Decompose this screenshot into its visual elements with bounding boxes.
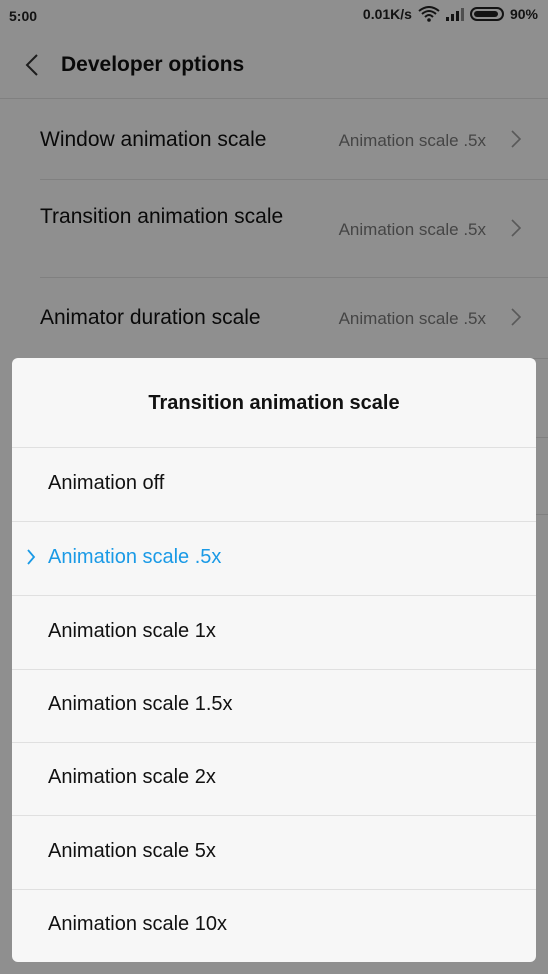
option-item[interactable]: Animation scale 2x [12, 742, 536, 816]
option-label: Animation scale 2x [48, 766, 216, 788]
option-item[interactable]: Animation scale 1.5x [12, 669, 536, 743]
option-label: Animation off [48, 472, 165, 494]
option-item[interactable]: Animation scale 1x [12, 596, 536, 670]
option-label: Animation scale 1x [48, 620, 216, 642]
option-item[interactable]: Animation scale 10x [12, 889, 536, 962]
option-label: Animation scale 10x [48, 913, 227, 935]
selection-dialog: Transition animation scale Animation off… [12, 358, 536, 962]
option-item-selected[interactable]: Animation scale .5x [12, 522, 536, 596]
option-label: Animation scale .5x [48, 546, 222, 568]
option-label: Animation scale 1.5x [48, 693, 233, 715]
option-item[interactable]: Animation off [12, 448, 536, 522]
dialog-title: Transition animation scale [12, 358, 536, 448]
chevron-right-icon [27, 549, 36, 565]
option-label: Animation scale 5x [48, 840, 216, 862]
option-item[interactable]: Animation scale 5x [12, 816, 536, 890]
